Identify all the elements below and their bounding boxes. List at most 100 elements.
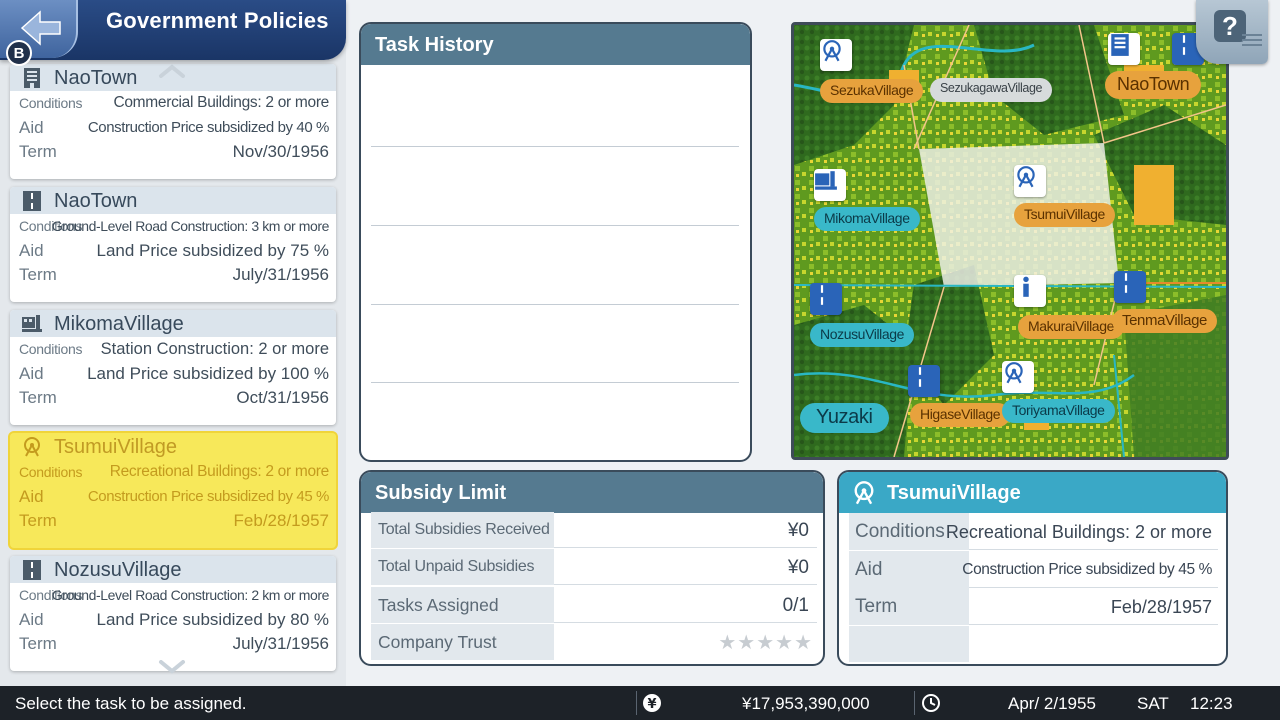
policy-detail-panel: TsumuiVillage Conditions Recreational Bu… [837,470,1228,666]
ferris-wheel-icon [1017,166,1035,188]
policy-card-naotown-commercial[interactable]: NaoTown Conditions Commercial Buildings: … [10,64,336,179]
road-icon [23,191,41,211]
ferris-wheel-icon [1005,362,1023,384]
subsidy-limit-panel: Subsidy Limit Total Subsidies Received ¥… [359,470,825,666]
aid-label: Aid [19,610,44,629]
status-message: Select the task to be assigned. [15,694,247,713]
conditions-value: Recreational Buildings: 2 or more [109,463,330,480]
company-trust-stars: ★★★★★ [718,632,813,654]
map-marker-ferris-wheel[interactable] [1014,165,1046,197]
subsidy-row: Total Subsidies Received ¥0 [371,512,817,548]
aid-value: Land Price subsidized by 100 % [87,364,329,383]
map-marker-station[interactable] [814,169,846,201]
policy-town-name: MikomaVillage [54,313,184,335]
subsidy-row-label: Company Trust [371,624,554,660]
task-history-divider [371,304,739,305]
road-icon [918,367,922,387]
map-label-nozusuvillage[interactable]: NozusuVillage [810,323,915,347]
arrow-left-icon [20,10,61,46]
task-history-divider [371,225,739,226]
policy-card-nozusuvillage-road[interactable]: NozusuVillage Conditions Ground-Level Roa… [10,556,336,671]
map-label-yuzaki[interactable]: Yuzaki [800,403,889,433]
status-divider [914,691,915,715]
map-marker-road[interactable] [1114,271,1146,303]
game-date: Apr/ 2/1955 [1008,694,1096,713]
aid-value: Construction Price subsidized by 40 % [87,119,330,136]
subsidy-limit-title: Subsidy Limit [361,472,823,513]
conditions-label: Conditions [19,95,83,111]
aid-label: Aid [19,118,44,137]
policy-detail-town: TsumuiVillage [887,482,1021,504]
status-divider [636,691,637,715]
ferris-wheel-icon [854,481,874,505]
policy-card-mikomavillage-station[interactable]: MikomaVillage Conditions Station Construc… [10,310,336,425]
term-value: July/31/1956 [232,634,329,653]
policy-card-header: NaoTown [10,187,336,214]
policy-town-name: NozusuVillage [54,559,182,581]
map-label-mikomavillage[interactable]: MikomaVillage [814,207,920,231]
map-label-makuraivillage[interactable]: MakuraiVillage [1018,315,1124,339]
map-marker-road[interactable] [810,283,842,315]
chevron-down-icon[interactable] [158,660,186,674]
ferris-wheel-icon [24,437,40,457]
aid-value: Land Price subsidized by 75 % [96,241,329,260]
term-label: Term [19,511,57,530]
chevron-up-icon[interactable] [158,64,186,78]
term-value: Feb/28/1957 [233,511,329,530]
aid-label: Aid [19,241,44,260]
map-marker-ferris-wheel[interactable] [820,39,852,71]
map-marker-road[interactable] [908,365,940,397]
detail-row-value: Feb/28/1957 [1110,597,1212,617]
map-label-tenmavillage[interactable]: TenmaVillage [1112,309,1217,333]
map-label-sezukavillage[interactable]: SezukaVillage [820,79,924,103]
region-map[interactable]: SezukaVillage SezukagawaVillage NaoTown … [791,22,1229,460]
yen-coin-icon: ¥ [643,694,661,712]
detail-row-label-empty [849,626,969,662]
subsidy-row: Total Unpaid Subsidies ¥0 [371,549,817,585]
map-label-toriyamavillage[interactable]: ToriyamaVillage [1002,399,1115,423]
policy-detail-title: TsumuiVillage [839,472,1226,513]
subsidy-row-value: ¥0 [787,557,809,578]
clock-icon [922,694,940,712]
aid-label: Aid [19,487,44,506]
term-label: Term [19,388,57,407]
policy-town-name: NaoTown [54,190,138,212]
detail-row: Conditions Recreational Buildings: 2 or … [849,513,1218,550]
road-icon [23,560,41,580]
term-value: Nov/30/1956 [232,142,329,161]
help-button[interactable]: ? [1196,0,1268,64]
subsidy-row-label: Total Subsidies Received [371,512,554,548]
policy-card-header: TsumuiVillage [10,433,336,460]
detail-row-empty [849,626,1218,662]
detail-row-value: Recreational Buildings: 2 or more [945,522,1212,542]
task-history-divider [371,382,739,383]
map-marker-office[interactable] [1108,33,1140,65]
policy-card-naotown-road[interactable]: NaoTown Conditions Ground-Level Road Cons… [10,187,336,302]
term-value: Oct/31/1956 [236,388,329,407]
detail-row: Term Feb/28/1957 [849,588,1218,625]
subsidy-row-label: Total Unpaid Subsidies [371,549,554,585]
policy-card-tsumuivillage-recreation[interactable]: TsumuiVillage Conditions Recreational Bui… [10,433,336,548]
map-label-higasevillage[interactable]: HigaseVillage [910,403,1011,427]
map-label-tsumuivillage[interactable]: TsumuiVillage [1014,203,1115,227]
map-label-naotown[interactable]: NaoTown [1105,71,1202,99]
road-icon [820,285,824,305]
office-building-icon [24,68,40,88]
term-label: Term [19,142,57,161]
station-icon [22,315,42,332]
term-value: July/31/1956 [232,265,329,284]
map-label-sezukagawavillage[interactable]: SezukagawaVillage [930,78,1053,102]
term-label: Term [19,265,57,284]
map-marker-info[interactable] [1014,275,1046,307]
subsidy-row: Company Trust ★★★★★ [371,624,817,660]
game-weekday: SAT [1137,694,1169,713]
policy-town-name: NaoTown [54,67,138,89]
task-history-panel: Task History [359,22,752,462]
policy-card-header: MikomaVillage [10,310,336,337]
subsidy-row-label: Tasks Assigned [371,587,554,623]
subsidy-row: Tasks Assigned 0/1 [371,587,817,623]
map-marker-ferris-wheel[interactable] [1002,361,1034,393]
policy-list-panel: NaoTown Conditions Commercial Buildings: … [0,0,346,686]
aid-label: Aid [19,364,44,383]
aid-value: Land Price subsidized by 80 % [96,610,329,629]
